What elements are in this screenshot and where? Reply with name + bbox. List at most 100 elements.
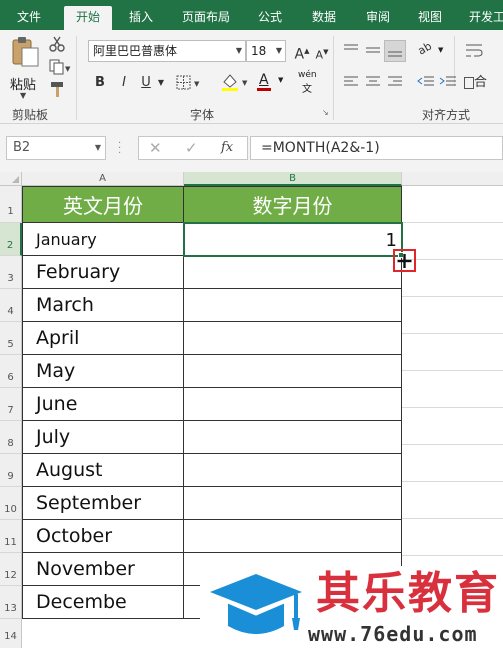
phonetic-button[interactable]: wén 文 (298, 70, 322, 95)
row-header-13[interactable]: 13 (0, 586, 22, 619)
format-painter-icon[interactable] (49, 81, 67, 99)
table-cell-month[interactable]: August (22, 454, 184, 487)
table-cell-number[interactable] (184, 421, 402, 454)
table-cell-month[interactable]: May (22, 355, 184, 388)
cut-icon[interactable] (49, 36, 65, 52)
orientation-button[interactable]: ab ▼ (416, 39, 446, 60)
align-center-icon[interactable] (364, 74, 382, 90)
grow-font-button[interactable]: A▲ (294, 42, 310, 64)
row-header-9[interactable]: 9 (0, 454, 22, 487)
align-top-icon[interactable] (342, 42, 360, 58)
row-header-3[interactable]: 3 (0, 256, 22, 289)
borders-icon[interactable]: ▼ (176, 74, 204, 92)
formula-bar-grip[interactable]: · · · (118, 139, 121, 159)
fill-color-icon[interactable]: ▼ (220, 72, 252, 92)
decrease-indent-icon[interactable] (416, 74, 436, 90)
table-cell-month[interactable]: June (22, 388, 184, 421)
insert-function-icon[interactable]: fx (221, 140, 233, 155)
wrap-text-icon[interactable] (464, 42, 484, 60)
column-header-empty[interactable] (402, 172, 503, 186)
phonetic-char-icon: 文 (302, 84, 312, 95)
row-header-7[interactable]: 7 (0, 388, 22, 421)
column-header-a[interactable]: A (22, 172, 184, 186)
align-left-icon[interactable] (342, 74, 360, 90)
tab-home[interactable]: 开始 (64, 6, 112, 30)
table-cell-number[interactable] (184, 322, 402, 355)
font-size-select[interactable]: 18 ▼ (246, 40, 286, 62)
table-cell-number[interactable] (184, 355, 402, 388)
chevron-down-icon[interactable]: ▼ (156, 74, 166, 92)
dialog-launcher-icon[interactable]: ↘ (322, 108, 329, 117)
formula-input[interactable]: =MONTH(A2&-1) (250, 136, 503, 160)
increase-indent-icon[interactable] (438, 74, 458, 90)
graduation-cap-icon (210, 574, 302, 634)
row-header-12[interactable]: 12 (0, 553, 22, 586)
tab-review[interactable]: 审阅 (356, 6, 400, 30)
select-all-corner[interactable] (0, 172, 22, 186)
tab-file[interactable]: 文件 (8, 6, 50, 30)
shrink-font-button[interactable]: A▼ (314, 43, 330, 65)
table-cell-number[interactable] (184, 454, 402, 487)
ribbon-separator (76, 36, 77, 120)
table-cell-month[interactable]: July (22, 421, 184, 454)
table-cell-month[interactable]: February (22, 256, 184, 289)
row-header-5[interactable]: 5 (0, 322, 22, 355)
select-all-triangle-icon (12, 176, 19, 183)
paste-button[interactable]: 粘贴 ▼ (8, 36, 42, 100)
watermark-url: www.76edu.com (308, 622, 478, 646)
row-header-11[interactable]: 11 (0, 520, 22, 553)
table-cell-month[interactable]: March (22, 289, 184, 322)
row-header-8[interactable]: 8 (0, 421, 22, 454)
row-header-14[interactable]: 14 (0, 619, 22, 648)
crosshair-cursor-icon (397, 254, 412, 268)
font-name-value: 阿里巴巴普惠体 (93, 44, 178, 58)
selected-cell-b2[interactable]: 1 (183, 222, 403, 257)
shrink-font-icon: A (315, 48, 324, 62)
table-cell-month[interactable]: Decembe (22, 586, 184, 619)
tab-developer[interactable]: 开发工 (462, 6, 503, 30)
merge-center-label: 合 (474, 75, 488, 90)
watermark-title: 其乐教育 (316, 568, 500, 619)
table-cell-number[interactable] (184, 487, 402, 520)
row-header-1[interactable]: 1 (0, 186, 22, 223)
font-name-select[interactable]: 阿里巴巴普惠体 ▼ (88, 40, 246, 62)
underline-button[interactable]: U (138, 74, 154, 92)
merge-center-button[interactable]: 合 (464, 74, 494, 92)
confirm-icon[interactable]: ✓ (185, 139, 198, 157)
table-cell-month[interactable]: November (22, 553, 184, 586)
row-header-4[interactable]: 4 (0, 289, 22, 322)
table-cell-number[interactable] (184, 520, 402, 553)
column-header-b[interactable]: B (184, 172, 402, 186)
cancel-icon[interactable]: ✕ (149, 139, 162, 157)
table-cell-number[interactable] (184, 388, 402, 421)
italic-button[interactable]: I (116, 74, 132, 92)
tab-view[interactable]: 视图 (408, 6, 452, 30)
ribbon-tab-bar: 文件 开始 插入 页面布局 公式 数据 审阅 视图 开发工 (0, 0, 503, 30)
row-header-2[interactable]: 2 (0, 223, 22, 256)
table-cell-month[interactable]: April (22, 322, 184, 355)
row-header-6[interactable]: 6 (0, 355, 22, 388)
tab-data[interactable]: 数据 (302, 6, 346, 30)
table-cell-month[interactable]: October (22, 520, 184, 553)
font-color-swatch (257, 88, 271, 91)
name-box[interactable]: B2 ▼ (6, 136, 106, 160)
table-cell-month[interactable]: January (22, 223, 184, 256)
tab-formulas[interactable]: 公式 (248, 6, 292, 30)
merge-center-icon (464, 76, 474, 89)
table-header-english-month[interactable]: 英文月份 (22, 186, 184, 223)
bold-button[interactable]: B (92, 74, 108, 92)
align-bottom-button[interactable] (384, 40, 406, 62)
chevron-down-icon: ▼ (20, 91, 27, 100)
font-color-icon: A (259, 72, 269, 88)
align-middle-icon[interactable] (364, 42, 382, 58)
table-cell-number[interactable] (184, 256, 402, 289)
copy-icon[interactable]: ▼ (49, 59, 71, 75)
table-header-number-month[interactable]: 数字月份 (184, 186, 402, 223)
row-header-10[interactable]: 10 (0, 487, 22, 520)
align-right-icon[interactable] (386, 74, 404, 90)
table-cell-number[interactable] (184, 289, 402, 322)
font-color-button[interactable]: A ▼ (256, 72, 288, 92)
tab-page-layout[interactable]: 页面布局 (174, 6, 238, 30)
table-cell-month[interactable]: September (22, 487, 184, 520)
tab-insert[interactable]: 插入 (120, 6, 162, 30)
